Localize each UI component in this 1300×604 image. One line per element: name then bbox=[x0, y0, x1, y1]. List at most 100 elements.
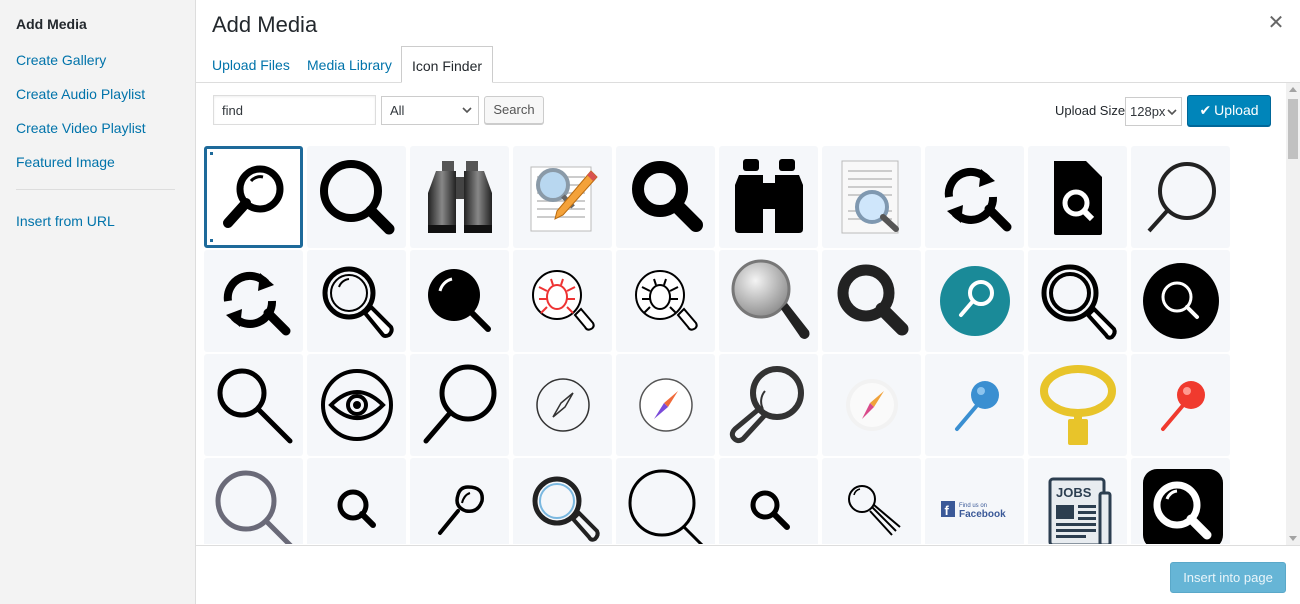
refresh-search-icon bbox=[944, 167, 1011, 232]
insert-into-page-button[interactable]: Insert into page bbox=[1170, 562, 1286, 593]
magnifier-icon bbox=[222, 165, 283, 228]
search-input[interactable] bbox=[213, 95, 376, 125]
compass-icon bbox=[535, 378, 590, 432]
scrollbar-thumb[interactable] bbox=[1288, 99, 1298, 159]
upload-button[interactable]: ✔ Upload bbox=[1187, 95, 1271, 126]
sidebar-item-create-audio-playlist[interactable]: Create Audio Playlist bbox=[16, 86, 145, 102]
magnifier-lines-icon bbox=[847, 485, 901, 536]
upload-size-label: Upload Size: bbox=[1055, 103, 1129, 118]
icon-result[interactable] bbox=[1131, 146, 1230, 248]
icon-result[interactable] bbox=[307, 354, 406, 456]
compass-color-icon bbox=[638, 378, 693, 432]
scroll-down-icon[interactable] bbox=[1289, 536, 1297, 541]
sidebar-item-insert-from-url[interactable]: Insert from URL bbox=[16, 213, 115, 229]
eye-circle-icon bbox=[320, 369, 393, 441]
search-button[interactable]: Search bbox=[484, 96, 544, 124]
chevron-down-icon bbox=[462, 107, 472, 114]
magnifier-gray-icon bbox=[215, 470, 293, 544]
icon-result[interactable] bbox=[822, 458, 921, 544]
binoculars-solid-icon bbox=[734, 159, 803, 233]
magnifier-huge-icon bbox=[628, 469, 703, 544]
teal-circle-search-icon bbox=[939, 266, 1010, 336]
icon-result[interactable] bbox=[1131, 354, 1230, 456]
icon-result[interactable] bbox=[1131, 458, 1230, 544]
gold-magnifier-icon bbox=[1039, 365, 1116, 445]
sidebar-separator bbox=[16, 189, 175, 190]
icon-result[interactable] bbox=[925, 250, 1024, 352]
icon-result[interactable] bbox=[822, 250, 921, 352]
icon-result[interactable] bbox=[410, 458, 509, 544]
upload-size-select[interactable]: 128px bbox=[1125, 97, 1182, 126]
magnifier-large-icon bbox=[423, 364, 496, 444]
icon-result[interactable]: f Find us on Facebook bbox=[925, 458, 1024, 544]
icon-result[interactable] bbox=[1028, 146, 1127, 248]
sidebar-item-featured-image[interactable]: Featured Image bbox=[16, 154, 115, 170]
tab-media-library[interactable]: Media Library bbox=[297, 46, 402, 83]
magnifier-tiny-icon bbox=[750, 490, 790, 530]
media-toolbar-footer: Insert into page bbox=[196, 545, 1300, 604]
icon-result[interactable] bbox=[513, 146, 612, 248]
icon-result[interactable] bbox=[307, 250, 406, 352]
icon-result[interactable] bbox=[616, 458, 715, 544]
icon-result[interactable] bbox=[307, 146, 406, 248]
document-edit-search-icon bbox=[530, 166, 598, 232]
icon-result[interactable] bbox=[822, 146, 921, 248]
magnifier-double-outline-icon bbox=[1041, 264, 1117, 340]
icon-result[interactable] bbox=[307, 458, 406, 544]
sidebar-item-create-gallery[interactable]: Create Gallery bbox=[16, 52, 106, 68]
icon-result[interactable] bbox=[925, 354, 1024, 456]
magnifier-bold-icon bbox=[319, 160, 394, 235]
icon-result[interactable] bbox=[204, 458, 303, 544]
grid-scrollbar[interactable] bbox=[1286, 83, 1300, 545]
icon-result[interactable] bbox=[513, 354, 612, 456]
icon-result[interactable] bbox=[616, 354, 715, 456]
binoculars-icon bbox=[427, 161, 492, 233]
upload-size-selected-value: 128px bbox=[1130, 104, 1166, 119]
facebook-find-us-icon: f Find us onFacebook bbox=[940, 501, 1006, 520]
refresh-search-icon bbox=[223, 271, 290, 336]
icon-result[interactable] bbox=[616, 146, 715, 248]
icon-result[interactable] bbox=[204, 146, 303, 248]
file-search-icon bbox=[1053, 161, 1102, 235]
magnifier-dark-icon bbox=[837, 264, 908, 336]
icon-result[interactable]: JOBS bbox=[1028, 458, 1127, 544]
tab-upload-files[interactable]: Upload Files bbox=[202, 46, 300, 83]
icon-result[interactable] bbox=[204, 354, 303, 456]
icon-result[interactable] bbox=[719, 354, 818, 456]
close-icon[interactable]: ✕ bbox=[1266, 12, 1286, 34]
magnifier-thin-icon bbox=[1147, 162, 1216, 233]
icon-result[interactable] bbox=[822, 354, 921, 456]
facebook-badge-line2: Facebook bbox=[959, 509, 1006, 520]
icon-results-grid: f Find us on Facebook JOBS bbox=[204, 146, 1284, 544]
document-magnifier-icon bbox=[841, 160, 899, 234]
tab-icon-finder[interactable]: Icon Finder bbox=[401, 46, 494, 83]
blue-pin-icon bbox=[954, 381, 999, 431]
magnifier-heavy-icon bbox=[631, 161, 703, 232]
filter-select[interactable]: All bbox=[381, 96, 479, 125]
magnifier-small-icon bbox=[337, 489, 376, 528]
icon-result[interactable] bbox=[719, 250, 818, 352]
icon-result[interactable] bbox=[410, 250, 509, 352]
media-sidebar: Add Media Create Gallery Create Audio Pl… bbox=[0, 0, 196, 604]
icon-result[interactable] bbox=[1028, 250, 1127, 352]
sidebar-item-create-video-playlist[interactable]: Create Video Playlist bbox=[16, 120, 146, 136]
icon-result[interactable] bbox=[719, 458, 818, 544]
icon-result[interactable] bbox=[1028, 354, 1127, 456]
icon-result[interactable] bbox=[410, 354, 509, 456]
icon-result[interactable] bbox=[513, 458, 612, 544]
upload-button-label: Upload bbox=[1214, 102, 1259, 118]
icon-result[interactable] bbox=[410, 146, 509, 248]
icon-result[interactable] bbox=[925, 146, 1024, 248]
filter-selected-value: All bbox=[390, 103, 405, 118]
icon-result[interactable] bbox=[719, 146, 818, 248]
svg-text:f: f bbox=[944, 503, 949, 518]
icon-result[interactable] bbox=[616, 250, 715, 352]
icon-result[interactable] bbox=[204, 250, 303, 352]
icon-result[interactable] bbox=[513, 250, 612, 352]
compass-glossy-icon bbox=[845, 379, 898, 431]
icon-result[interactable] bbox=[1131, 250, 1230, 352]
chevron-down-icon bbox=[1167, 109, 1177, 116]
check-icon: ✔ bbox=[1199, 102, 1212, 118]
jobs-badge-text: JOBS bbox=[1056, 485, 1092, 500]
scroll-up-icon[interactable] bbox=[1289, 87, 1297, 92]
